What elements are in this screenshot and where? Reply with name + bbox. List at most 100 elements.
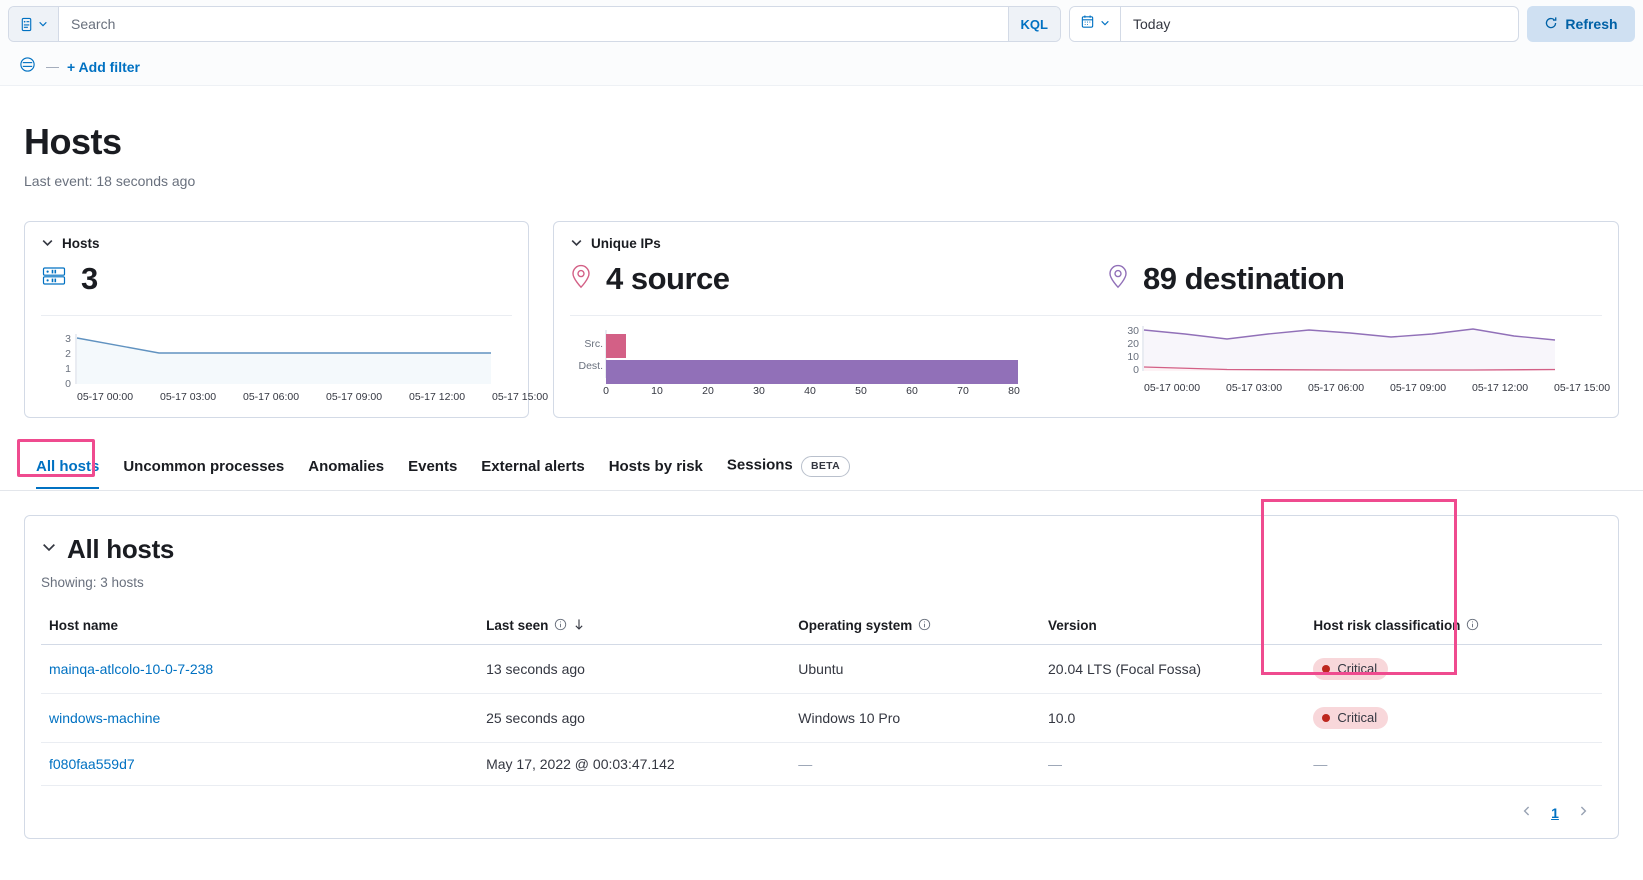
cell-host-risk: Critical: [1305, 693, 1602, 742]
host-tabs: All hosts Uncommon processes Anomalies E…: [0, 418, 1643, 491]
chevron-down-icon: [570, 236, 583, 252]
cell-operating-system: Ubuntu: [790, 644, 1040, 693]
svg-text:70: 70: [957, 385, 969, 397]
refresh-icon: [1544, 16, 1558, 33]
info-icon[interactable]: [1466, 618, 1479, 634]
filter-separator: —: [44, 59, 61, 74]
date-picker-group: Today: [1069, 6, 1519, 42]
svg-text:20: 20: [1127, 338, 1139, 350]
page-title: Hosts: [24, 122, 1619, 162]
overview-panels: Hosts 3 3 2: [0, 189, 1643, 418]
table-header-row: Host name Last seen: [41, 612, 1602, 645]
column-label: Host name: [49, 618, 118, 633]
refresh-button[interactable]: Refresh: [1527, 6, 1635, 42]
calendar-icon: [1080, 14, 1095, 34]
all-hosts-table-panel: All hosts Showing: 3 hosts Host name Las…: [24, 515, 1619, 839]
source-ips-value: 4 source: [606, 261, 730, 297]
tab-label: All hosts: [36, 458, 99, 475]
info-icon[interactable]: [554, 618, 567, 634]
severity-label: Critical: [1337, 661, 1377, 676]
source-ips-column: 4 source: [570, 252, 1065, 297]
page-header: Hosts Last event: 18 seconds ago: [0, 86, 1643, 189]
global-query-bar: KQL T: [0, 0, 1643, 48]
add-filter-button[interactable]: + Add filter: [67, 59, 140, 75]
table-title: All hosts: [67, 534, 174, 565]
svg-text:05-17 09:00: 05-17 09:00: [326, 391, 382, 403]
hosts-stat-panel: Hosts 3 3 2: [24, 221, 529, 418]
map-marker-icon: [570, 263, 592, 294]
chevron-down-icon: [38, 19, 48, 29]
unique-ips-histogram-chart: 30 20 10 0 05-17 00:00 05-17 03:00 05-17…: [1065, 316, 1602, 399]
hosts-panel-header[interactable]: Hosts: [41, 236, 512, 252]
cell-version: 10.0: [1040, 693, 1305, 742]
date-range-value[interactable]: Today: [1121, 7, 1518, 41]
svg-text:60: 60: [906, 385, 918, 397]
tab-uncommon-processes[interactable]: Uncommon processes: [111, 448, 296, 488]
svg-text:30: 30: [1127, 325, 1139, 337]
column-label: Last seen: [486, 618, 548, 633]
hosts-stat-row: 3: [41, 261, 512, 297]
date-quick-select-button[interactable]: [1070, 7, 1121, 41]
hosts-panel-title: Hosts: [62, 236, 100, 251]
column-header-version[interactable]: Version: [1040, 612, 1305, 645]
chevron-left-icon: [1521, 804, 1533, 822]
unique-ips-stat-columns: 4 source 89 destination: [570, 252, 1602, 297]
svg-text:1: 1: [65, 363, 71, 375]
table-header[interactable]: All hosts: [41, 534, 1602, 565]
info-icon[interactable]: [918, 618, 931, 634]
pagination-page-1[interactable]: 1: [1542, 800, 1568, 826]
cell-version: 20.04 LTS (Focal Fossa): [1040, 644, 1305, 693]
tab-label: Sessions: [727, 456, 793, 473]
sort-desc-icon[interactable]: [573, 618, 585, 634]
svg-text:05-17 03:00: 05-17 03:00: [160, 391, 216, 403]
svg-text:3: 3: [65, 333, 71, 345]
last-event-subtitle: Last event: 18 seconds ago: [24, 173, 1619, 189]
tab-external-alerts[interactable]: External alerts: [469, 448, 596, 488]
svg-text:10: 10: [651, 385, 663, 397]
saved-query-menu-button[interactable]: [9, 7, 59, 41]
tab-anomalies[interactable]: Anomalies: [296, 448, 396, 488]
hosts-count-value: 3: [81, 261, 98, 297]
svg-text:05-17 00:00: 05-17 00:00: [77, 391, 133, 403]
svg-text:0: 0: [65, 378, 71, 390]
pagination-prev-button[interactable]: [1514, 800, 1540, 826]
beta-badge: BETA: [801, 456, 850, 477]
tab-hosts-by-risk[interactable]: Hosts by risk: [597, 448, 715, 488]
svg-text:30: 30: [753, 385, 765, 397]
svg-text:10: 10: [1127, 351, 1139, 363]
svg-text:Src.: Src.: [584, 338, 603, 350]
cell-operating-system: Windows 10 Pro: [790, 693, 1040, 742]
table-row: windows-machine 25 seconds ago Windows 1…: [41, 693, 1602, 742]
column-header-operating-system[interactable]: Operating system: [790, 612, 1040, 645]
svg-text:0: 0: [603, 385, 609, 397]
cell-host-risk: —: [1305, 742, 1602, 785]
storage-icon: [41, 263, 67, 294]
tab-label: Hosts by risk: [609, 458, 703, 475]
host-name-link[interactable]: mainqa-atlcolo-10-0-7-238: [49, 661, 213, 677]
filter-bar: — + Add filter: [0, 48, 1643, 86]
search-input[interactable]: [59, 7, 1008, 41]
filter-options-button[interactable]: [16, 56, 38, 78]
tab-events[interactable]: Events: [396, 448, 469, 488]
svg-text:05-17 15:00: 05-17 15:00: [1554, 382, 1610, 394]
column-header-host-risk-classification[interactable]: Host risk classification: [1305, 612, 1602, 645]
svg-text:0: 0: [1133, 364, 1139, 376]
tab-all-hosts[interactable]: All hosts: [24, 448, 111, 488]
query-language-button[interactable]: KQL: [1008, 7, 1060, 41]
svg-text:05-17 06:00: 05-17 06:00: [1308, 382, 1364, 394]
column-header-last-seen[interactable]: Last seen: [478, 612, 790, 645]
column-header-host-name[interactable]: Host name: [41, 612, 478, 645]
unique-ips-panel-header[interactable]: Unique IPs: [570, 236, 1602, 252]
svg-text:05-17 12:00: 05-17 12:00: [1472, 382, 1528, 394]
unique-ips-chart-columns: Src. Dest. 0 10 20 30 40 50 60 70 80: [570, 316, 1602, 399]
svg-text:50: 50: [855, 385, 867, 397]
host-name-link[interactable]: windows-machine: [49, 710, 160, 726]
unique-ips-bar-chart: Src. Dest. 0 10 20 30 40 50 60 70 80: [570, 316, 1065, 399]
refresh-label: Refresh: [1565, 16, 1617, 32]
cell-last-seen: 13 seconds ago: [478, 644, 790, 693]
svg-text:05-17 09:00: 05-17 09:00: [1390, 382, 1446, 394]
tab-sessions[interactable]: Sessions BETA: [715, 446, 862, 490]
chevron-down-icon: [41, 236, 54, 252]
pagination-next-button[interactable]: [1570, 800, 1596, 826]
host-name-link[interactable]: f080faa559d7: [49, 756, 135, 772]
